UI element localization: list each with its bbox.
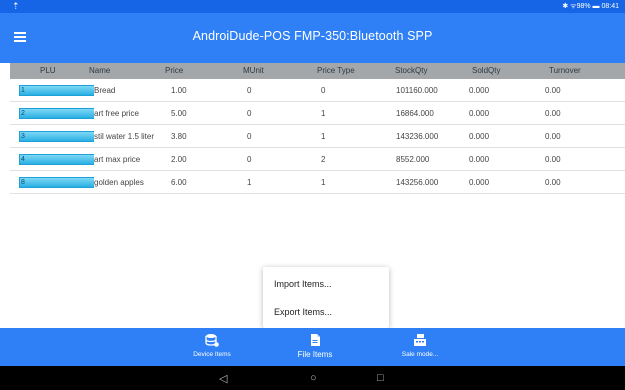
file-items-popup-menu: Import Items... Export Items... bbox=[263, 267, 389, 328]
column-header-stockqty[interactable]: StockQty bbox=[395, 63, 427, 79]
file-icon bbox=[311, 334, 320, 346]
tab-label: Device Items bbox=[193, 351, 231, 358]
price-cell: 3.80 bbox=[171, 132, 187, 141]
price-type-cell: 0 bbox=[321, 86, 326, 95]
name-cell[interactable]: golden apples bbox=[94, 175, 168, 190]
price-type-cell: 1 bbox=[321, 132, 326, 141]
system-navigation-bar: ◁ ○ □ bbox=[0, 366, 625, 390]
column-header-price-type[interactable]: Price Type bbox=[317, 63, 355, 79]
table-row[interactable]: 3 stil water 1.5 liter 3.80 0 1 143236.0… bbox=[10, 125, 625, 148]
home-icon[interactable]: ○ bbox=[310, 372, 317, 384]
turnover-cell: 0.00 bbox=[545, 178, 561, 187]
turnover-cell: 0.00 bbox=[545, 86, 561, 95]
price-cell: 1.00 bbox=[171, 86, 187, 95]
munit-cell: 0 bbox=[247, 109, 252, 118]
column-header-turnover[interactable]: Turnover bbox=[549, 63, 581, 79]
plu-cell[interactable]: 8 bbox=[19, 177, 101, 188]
munit-cell: 0 bbox=[247, 155, 252, 164]
column-header-name[interactable]: Name bbox=[89, 63, 110, 79]
table-row[interactable]: 1 Bread 1.00 0 0 101160.000 0.000 0.00 bbox=[10, 79, 625, 102]
tab-label: File Items bbox=[297, 350, 333, 359]
plu-cell[interactable]: 3 bbox=[19, 131, 101, 142]
stockqty-cell: 8552.000 bbox=[396, 155, 430, 164]
turnover-cell: 0.00 bbox=[545, 132, 561, 141]
plu-cell[interactable]: 4 bbox=[19, 154, 101, 165]
soldqty-cell: 0.000 bbox=[469, 132, 490, 141]
price-cell: 6.00 bbox=[171, 178, 187, 187]
turnover-cell: 0.00 bbox=[545, 109, 561, 118]
plu-cell[interactable]: 1 bbox=[19, 85, 101, 96]
items-table: 1 Bread 1.00 0 0 101160.000 0.000 0.00 2… bbox=[10, 79, 625, 194]
table-row[interactable]: 4 art max price 2.00 0 2 8552.000 0.000 … bbox=[10, 148, 625, 171]
export-items-menu-item[interactable]: Export Items... bbox=[274, 307, 332, 317]
upload-arrow-icon: ⇡ bbox=[12, 1, 20, 11]
munit-cell: 1 bbox=[247, 178, 252, 187]
recents-icon[interactable]: □ bbox=[377, 372, 384, 384]
tab-sale-mode[interactable]: Sale mode... bbox=[372, 328, 468, 366]
plu-cell[interactable]: 2 bbox=[19, 108, 101, 119]
cash-register-icon bbox=[414, 334, 426, 346]
stockqty-cell: 16864.000 bbox=[396, 109, 434, 118]
name-cell[interactable]: art max price bbox=[94, 152, 168, 167]
munit-cell: 0 bbox=[247, 86, 252, 95]
app-bar: AndroiDude-POS FMP-350:Bluetooth SPP bbox=[0, 13, 625, 63]
database-icon bbox=[205, 334, 219, 347]
price-cell: 5.00 bbox=[171, 109, 187, 118]
price-cell: 2.00 bbox=[171, 155, 187, 164]
stockqty-cell: 143256.000 bbox=[396, 178, 439, 187]
name-cell[interactable]: stil water 1.5 liter bbox=[94, 129, 168, 144]
soldqty-cell: 0.000 bbox=[469, 155, 490, 164]
soldqty-cell: 0.000 bbox=[469, 178, 490, 187]
soldqty-cell: 0.000 bbox=[469, 109, 490, 118]
column-header-plu[interactable]: PLU bbox=[40, 63, 56, 79]
tab-device-items[interactable]: Device Items bbox=[164, 328, 260, 366]
soldqty-cell: 0.000 bbox=[469, 86, 490, 95]
import-items-menu-item[interactable]: Import Items... bbox=[274, 279, 332, 289]
column-header-munit[interactable]: MUnit bbox=[243, 63, 264, 79]
stockqty-cell: 101160.000 bbox=[396, 86, 438, 95]
column-header-price[interactable]: Price bbox=[165, 63, 183, 79]
name-cell[interactable]: Bread bbox=[94, 83, 168, 98]
table-row[interactable]: 8 golden apples 6.00 1 1 143256.000 0.00… bbox=[10, 171, 625, 194]
app-title: AndroiDude-POS FMP-350:Bluetooth SPP bbox=[192, 29, 433, 43]
status-bar: ⇡ ✱ ᯤ98% ▬ 08:41 bbox=[0, 0, 625, 13]
name-cell[interactable]: art free price bbox=[94, 106, 168, 121]
turnover-cell: 0.00 bbox=[545, 155, 561, 164]
stockqty-cell: 143236.000 bbox=[396, 132, 439, 141]
price-type-cell: 2 bbox=[321, 155, 326, 164]
status-info: ✱ ᯤ98% ▬ 08:41 bbox=[562, 3, 619, 10]
tab-file-items[interactable]: File Items bbox=[267, 328, 363, 366]
column-header-soldqty[interactable]: SoldQty bbox=[472, 63, 500, 79]
price-type-cell: 1 bbox=[321, 178, 326, 187]
back-icon[interactable]: ◁ bbox=[219, 372, 227, 385]
table-header: PLU Name Price MUnit Price Type StockQty… bbox=[10, 63, 625, 79]
bottom-navigation: Device Items File Items Sale mode... bbox=[0, 328, 625, 366]
munit-cell: 0 bbox=[247, 132, 252, 141]
table-row[interactable]: 2 art free price 5.00 0 1 16864.000 0.00… bbox=[10, 102, 625, 125]
tab-label: Sale mode... bbox=[401, 351, 439, 358]
price-type-cell: 1 bbox=[321, 109, 326, 118]
